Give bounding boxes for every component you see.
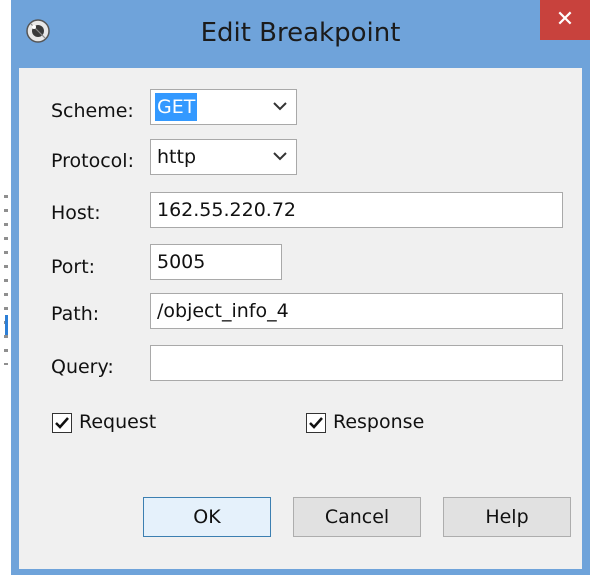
request-checkbox[interactable] [52, 413, 72, 433]
help-button[interactable]: Help [443, 497, 571, 537]
path-field[interactable]: /object_info_4 [150, 293, 563, 329]
background-app-selection [5, 315, 8, 335]
screen: Edit Breakpoint ✕ Scheme: GET Protocol: … [0, 0, 590, 575]
chevron-down-icon [273, 102, 287, 111]
port-field[interactable]: 5005 [150, 244, 282, 280]
path-label: Path: [51, 303, 100, 325]
checkmark-icon [55, 417, 69, 429]
background-app-text [4, 195, 8, 365]
ok-button[interactable]: OK [143, 497, 271, 537]
dialog-title: Edit Breakpoint [200, 18, 401, 48]
request-label[interactable]: Request [79, 411, 156, 433]
protocol-value: http [157, 146, 197, 168]
chevron-down-icon [273, 152, 287, 161]
edit-breakpoint-dialog: Edit Breakpoint ✕ Scheme: GET Protocol: … [11, 0, 590, 575]
query-label: Query: [51, 356, 114, 378]
protocol-label: Protocol: [51, 150, 134, 172]
title-bar[interactable]: Edit Breakpoint ✕ [11, 0, 590, 68]
scheme-value: GET [155, 93, 198, 121]
scheme-select[interactable]: GET [150, 89, 297, 125]
checkmark-icon [309, 417, 323, 429]
host-field[interactable]: 162.55.220.72 [150, 192, 563, 228]
host-label: Host: [51, 202, 101, 224]
cancel-button[interactable]: Cancel [293, 497, 421, 537]
query-field[interactable] [150, 345, 563, 381]
dialog-body: Scheme: GET Protocol: http Host: 162.55.… [19, 68, 582, 569]
protocol-select[interactable]: http [150, 139, 297, 175]
port-label: Port: [51, 256, 96, 278]
response-checkbox[interactable] [306, 413, 326, 433]
response-label[interactable]: Response [333, 411, 424, 433]
close-button[interactable]: ✕ [540, 0, 590, 40]
scheme-label: Scheme: [51, 100, 134, 122]
